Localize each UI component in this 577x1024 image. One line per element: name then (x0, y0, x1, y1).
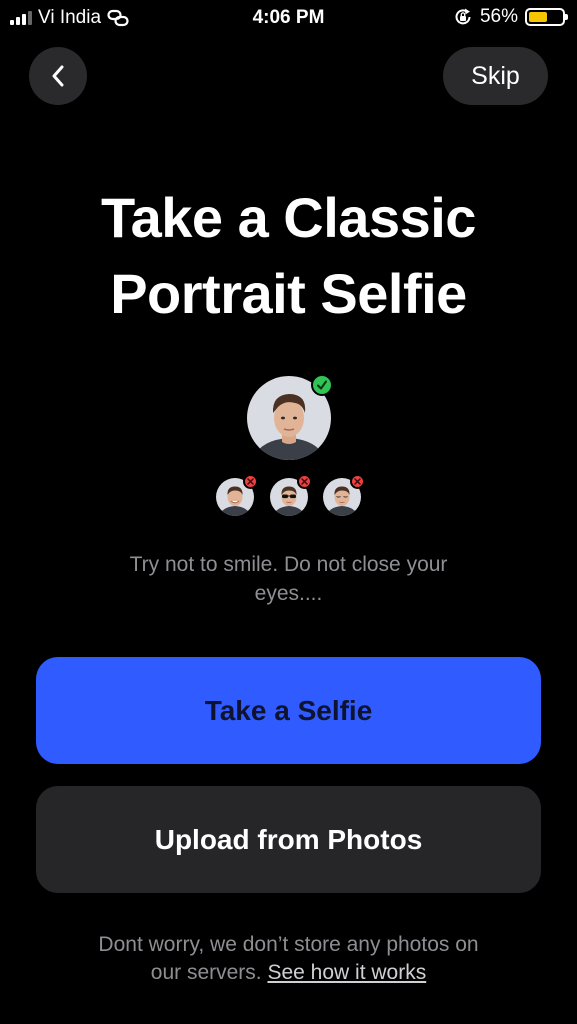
status-bar: Vi India 4:06 PM 56% (0, 0, 577, 40)
bad-example-badge (350, 474, 365, 489)
skip-button[interactable]: Skip (443, 47, 548, 105)
hint-text: Try not to smile. Do not close your eyes… (129, 553, 448, 605)
x-icon (301, 478, 308, 485)
chevron-left-icon (52, 65, 64, 87)
bad-example-badge (297, 474, 312, 489)
good-example-badge (311, 374, 333, 396)
x-icon (247, 478, 254, 485)
page-title-line-1: Take a Classic (101, 186, 476, 249)
battery-icon (525, 8, 568, 26)
bad-example-smiling (216, 474, 258, 516)
battery-level-fill (529, 12, 547, 22)
battery-percent: 56% (479, 6, 518, 27)
status-right: 56% (453, 6, 568, 28)
orientation-lock-icon (455, 8, 471, 25)
take-selfie-button[interactable]: Take a Selfie (36, 657, 541, 764)
checkmark-icon (317, 380, 327, 390)
upload-from-photos-button[interactable]: Upload from Photos (36, 786, 541, 893)
privacy-note: Dont worry, we don’t store any photos on… (88, 931, 489, 1006)
page-title: Take a Classic Portrait Selfie (30, 180, 547, 332)
x-icon (354, 478, 361, 485)
good-example-avatar (247, 374, 333, 460)
bad-example-eyes-closed (323, 474, 365, 516)
bad-example-badge (243, 474, 258, 489)
page-title-line-2: Portrait Selfie (110, 262, 467, 325)
see-how-it-works-link[interactable]: See how it works (267, 961, 426, 984)
back-button[interactable] (29, 47, 87, 105)
bad-example-sunglasses (270, 474, 312, 516)
